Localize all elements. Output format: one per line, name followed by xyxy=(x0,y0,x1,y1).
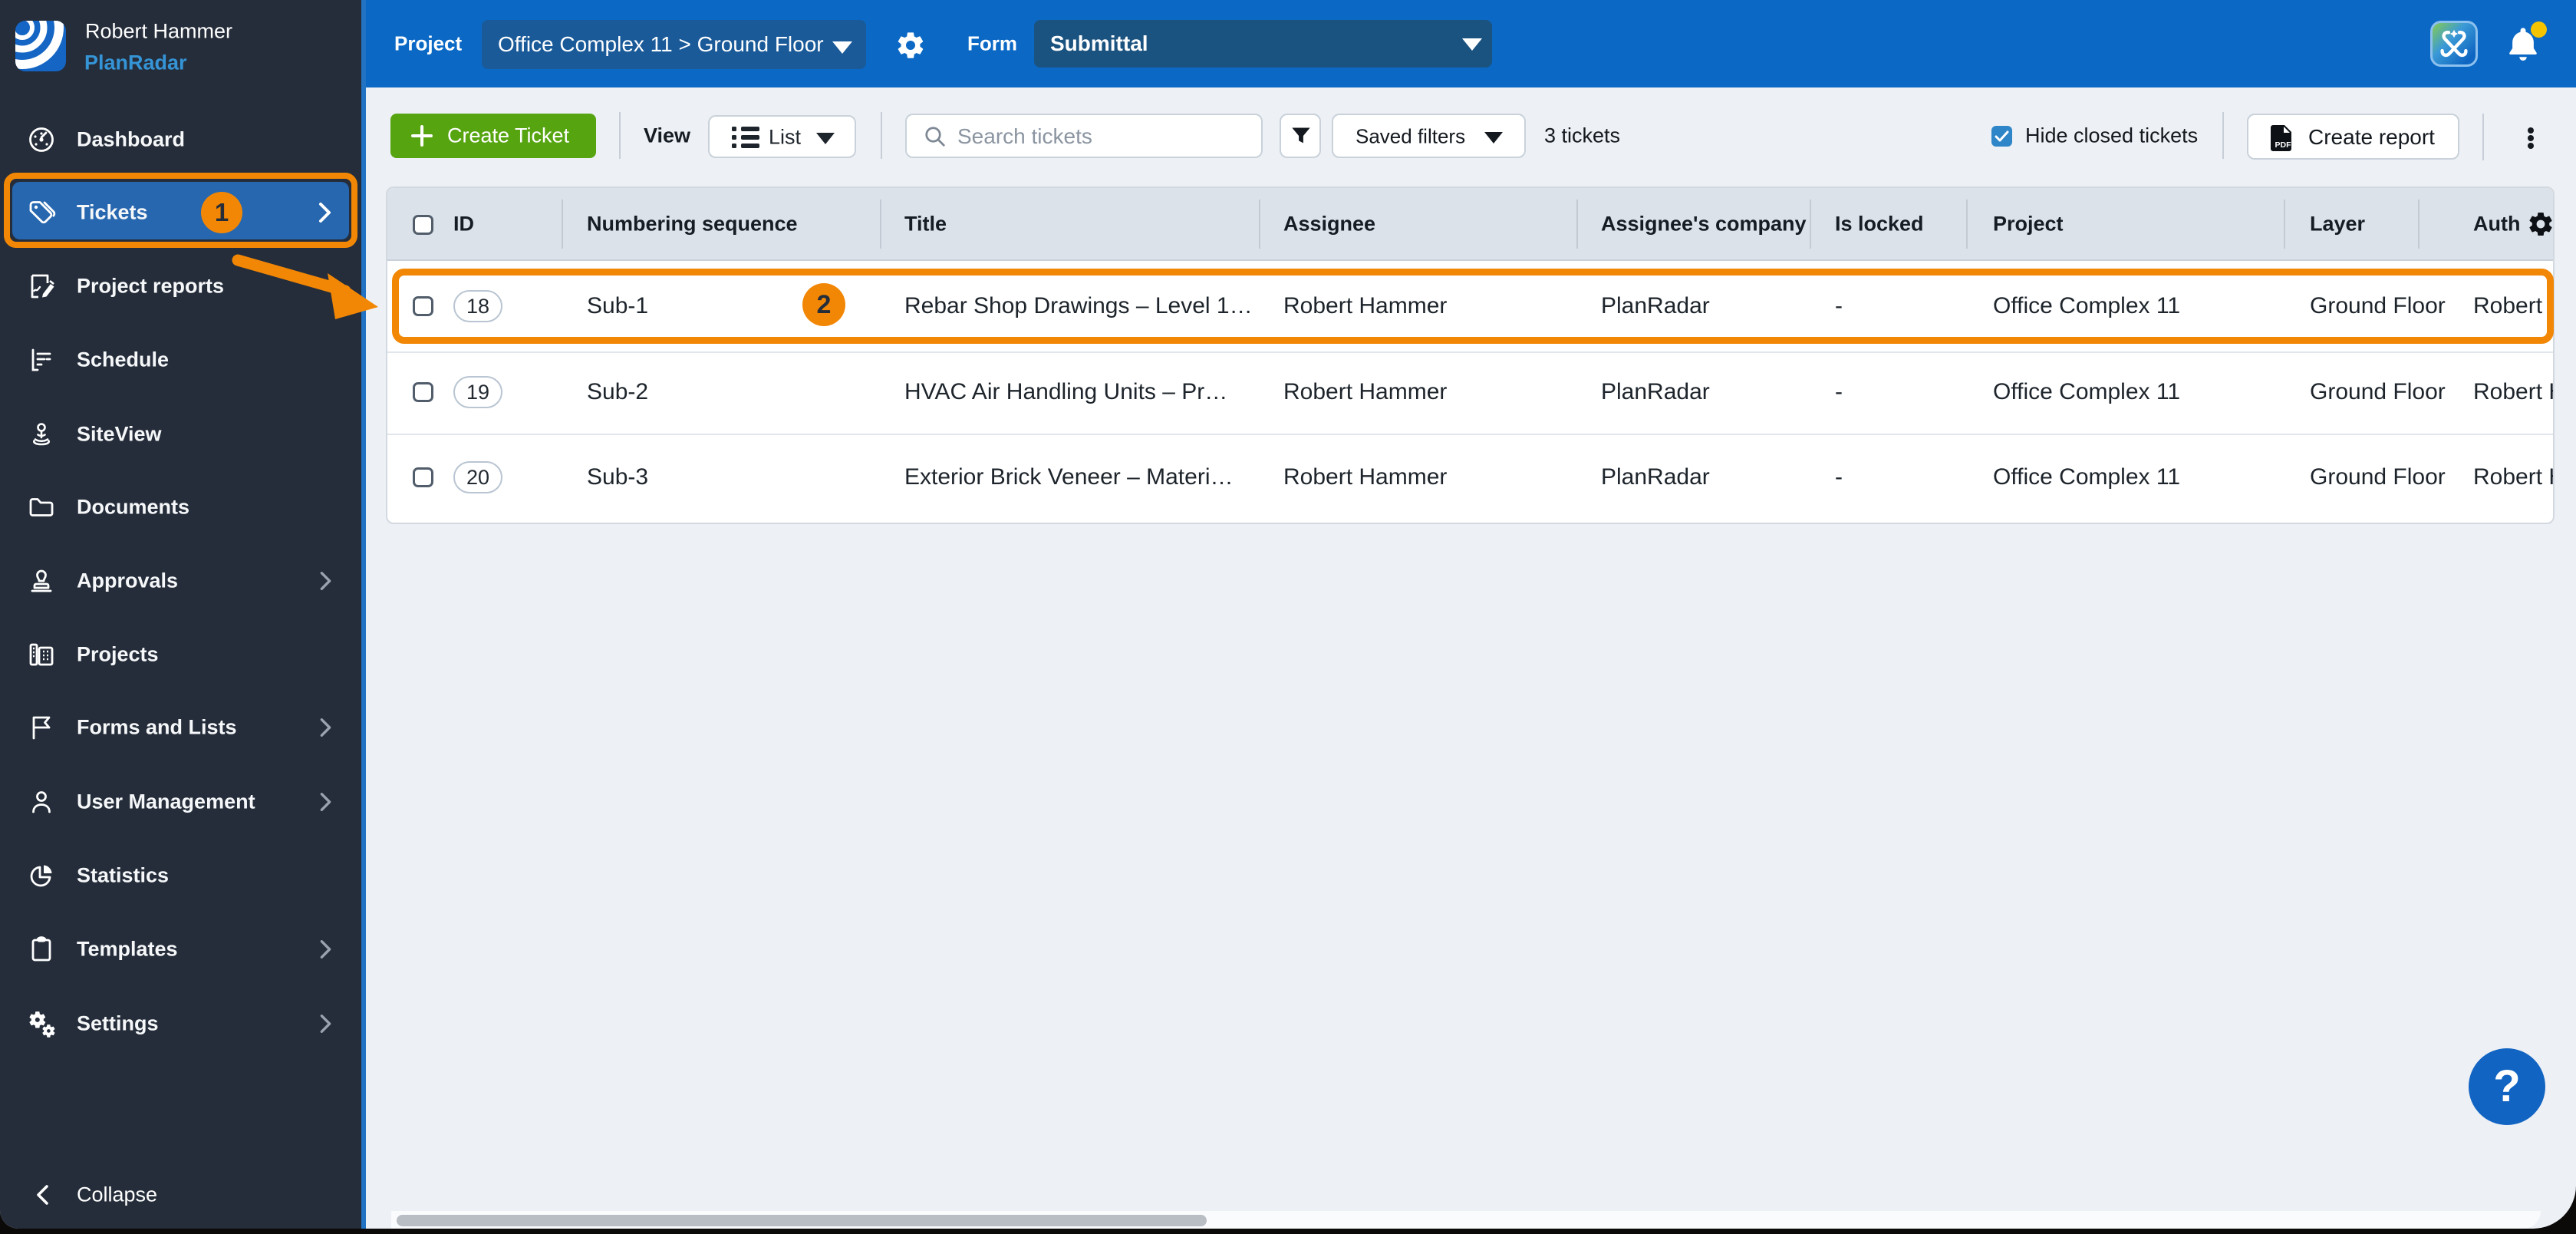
svg-text:PDF: PDF xyxy=(2275,140,2292,150)
